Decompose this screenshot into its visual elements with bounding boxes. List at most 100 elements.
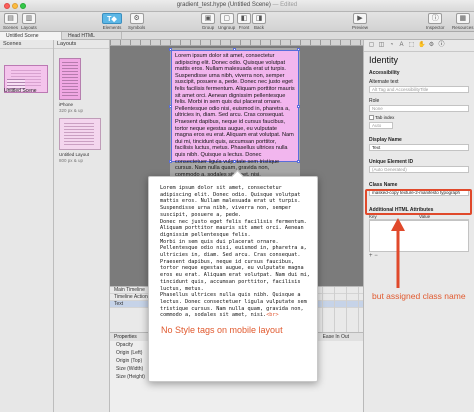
preview-toolbar-button[interactable]: ▶ Preview <box>352 13 368 30</box>
tab-index-field[interactable]: Auto <box>369 122 393 130</box>
scenes-icon: ▤ <box>3 13 18 24</box>
add-attribute-button[interactable]: + <box>369 253 373 259</box>
display-name-field[interactable]: Text <box>369 144 469 152</box>
document-tabs: Untitled Scene Head HTML <box>0 32 474 40</box>
class-name-label: Class Name <box>369 182 398 189</box>
elements-label: Elements <box>102 25 122 30</box>
scene-inspector-icon[interactable]: ◫ <box>378 42 385 49</box>
inspector-label: Inspector <box>426 25 445 30</box>
unique-id-label: Unique Element ID <box>369 159 414 166</box>
resources-toolbar-button[interactable]: ▦ Resources <box>452 13 474 30</box>
scene-label[interactable]: Untitled Scene <box>4 88 37 94</box>
layout-thumbnail-lines <box>64 123 94 145</box>
inner-html-text: Lorem ipsum dolor sit amet, consectetur … <box>160 185 310 319</box>
resources-label: Resources <box>452 25 474 30</box>
ungroup-label: Ungroup <box>218 25 236 30</box>
elements-toolbar-button[interactable]: T◆ Elements <box>102 13 122 30</box>
resize-handle[interactable] <box>297 160 300 163</box>
layout-name-iphone[interactable]: iPhone <box>59 102 73 107</box>
text-element[interactable]: Lorem ipsum dolor sit amet, consectetur … <box>171 50 299 178</box>
tab-untitled-scene[interactable]: Untitled Scene <box>0 32 62 40</box>
document-title: gradient_test.hype (Untitled Scene) <box>176 2 271 8</box>
inner-html-popover[interactable]: Lorem ipsum dolor sit amet, consectetur … <box>148 170 318 382</box>
resize-handle[interactable] <box>233 48 236 51</box>
layout-name-untitled[interactable]: Untitled Layout <box>59 152 89 157</box>
layouts-icon: ▥ <box>21 13 36 24</box>
timeline-text-label: Text <box>114 301 124 307</box>
role-label: Role <box>369 98 380 104</box>
inspector-icon: ⓘ <box>428 13 443 24</box>
bring-front-icon: ◧ <box>237 13 251 24</box>
group-icon: ▣ <box>201 13 215 24</box>
layout-size-iphone: 320 px & up <box>59 108 84 113</box>
remove-attribute-button[interactable]: − <box>374 253 378 259</box>
scenes-panel-title: Scenes <box>0 40 53 49</box>
ungroup-icon: ▢ <box>219 13 234 24</box>
back-toolbar-button[interactable]: ◨ Back <box>252 13 266 30</box>
symbols-toolbar-button[interactable]: ⚙ Symbols <box>128 13 145 30</box>
display-name-label: Display Name <box>369 137 402 144</box>
resize-handle[interactable] <box>233 160 236 163</box>
back-label: Back <box>253 25 264 30</box>
layout-thumbnail-iphone[interactable] <box>59 58 81 100</box>
physics-inspector-icon[interactable]: ⚙ <box>428 42 435 49</box>
attribute-add-remove: + − <box>369 253 469 259</box>
ease-select[interactable]: Ease In Out <box>323 334 349 340</box>
inspector-tabs: ▢ ◫ ◔ A ⬚ ✋ ⚙ ⓘ <box>364 40 474 52</box>
tab-head-html[interactable]: Head HTML <box>62 32 122 40</box>
layouts-label: Layouts <box>21 25 37 30</box>
resize-handle[interactable] <box>169 105 172 108</box>
identity-inspector: ▢ ◫ ◔ A ⬚ ✋ ⚙ ⓘ Identity Accessibility A… <box>363 40 474 412</box>
elements-icon: T◆ <box>102 13 122 24</box>
accessibility-heading: Accessibility <box>369 70 400 76</box>
typography-inspector-icon[interactable]: A <box>398 42 405 49</box>
scenes-label: Scenes <box>3 25 19 30</box>
layouts-toolbar-button[interactable]: ▥ Layouts <box>21 13 37 30</box>
alternate-text-label: Alternate text <box>369 79 399 85</box>
alternate-text-field[interactable]: Alt Tag and AccessibilityTitle <box>369 86 469 93</box>
role-field[interactable]: None <box>369 105 469 112</box>
br-tag: <br> <box>266 312 279 319</box>
class-name-highlight <box>365 189 472 215</box>
tab-index-row: Tab index <box>364 115 474 121</box>
arrow-annotation: but assigned class name <box>372 291 466 301</box>
edited-indicator: — Edited <box>270 2 298 8</box>
layout-inspector-icon[interactable]: ◔ <box>388 42 395 49</box>
document-inspector-icon[interactable]: ▢ <box>368 42 375 49</box>
toolbar: ▤ Scenes ▥ Layouts T◆ Elements ⚙ Symbols… <box>0 12 474 32</box>
attributes-table[interactable] <box>369 220 469 253</box>
layouts-panel-title: Layouts <box>54 40 109 49</box>
layout-thumbnail-untitled[interactable] <box>59 118 101 150</box>
layout-size-untitled: 800 px & up <box>59 158 84 163</box>
layouts-panel: Layouts iPhone 320 px & up Untitled Layo… <box>54 40 110 412</box>
ungroup-toolbar-button[interactable]: ▢ Ungroup <box>218 13 235 30</box>
inner-html-source[interactable]: Lorem ipsum dolor sit amet, consectetur … <box>160 185 315 319</box>
resize-handle[interactable] <box>297 105 300 108</box>
key-column-header: Key <box>369 214 377 220</box>
identity-inspector-icon[interactable]: ⓘ <box>438 42 445 49</box>
actions-inspector-icon[interactable]: ✋ <box>418 42 425 49</box>
resources-icon: ▦ <box>455 13 470 24</box>
inspector-toolbar-button[interactable]: ⓘ Inspector <box>426 13 445 30</box>
front-toolbar-button[interactable]: ◧ Front <box>237 13 251 30</box>
send-back-icon: ◨ <box>252 13 266 24</box>
metrics-inspector-icon[interactable]: ⬚ <box>408 42 415 49</box>
horizontal-ruler <box>110 40 363 46</box>
layout-thumbnail-lines <box>62 62 78 96</box>
tab-index-checkbox[interactable] <box>369 115 374 121</box>
value-column-header: Value <box>419 214 431 220</box>
group-label: Group <box>201 25 215 30</box>
resize-handle[interactable] <box>169 48 172 51</box>
symbols-label: Symbols <box>128 25 146 30</box>
symbols-icon: ⚙ <box>129 13 144 24</box>
group-toolbar-button[interactable]: ▣ Group <box>201 13 215 30</box>
popover-annotation: No Style tags on mobile layout <box>161 325 283 335</box>
tab-index-label: Tab index <box>375 115 395 120</box>
preview-label: Preview <box>352 25 369 30</box>
resize-handle[interactable] <box>169 160 172 163</box>
play-icon: ▶ <box>353 13 367 24</box>
scenes-toolbar-button[interactable]: ▤ Scenes <box>3 13 18 30</box>
resize-handle[interactable] <box>297 48 300 51</box>
unique-id-field[interactable]: (Auto Generated) <box>369 166 469 174</box>
front-label: Front <box>238 25 250 30</box>
